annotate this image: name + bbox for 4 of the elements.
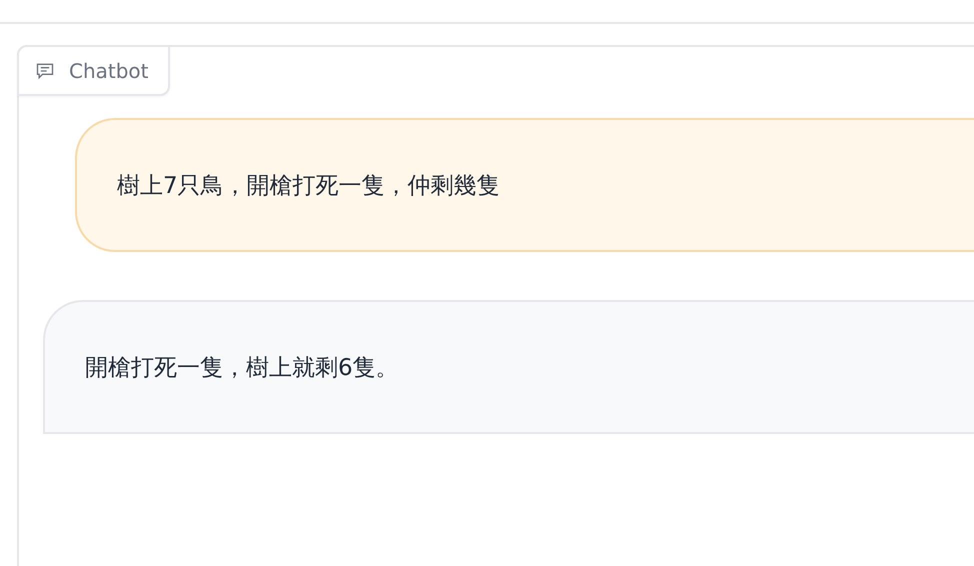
chat-icon <box>35 60 55 80</box>
user-message: 樹上7只鳥，開槍打死一隻，仲剩幾隻 <box>75 118 974 252</box>
label-text: Chatbot <box>69 58 149 82</box>
bot-message: 開槍打死一隻，樹上就剩6隻。 <box>43 300 974 434</box>
